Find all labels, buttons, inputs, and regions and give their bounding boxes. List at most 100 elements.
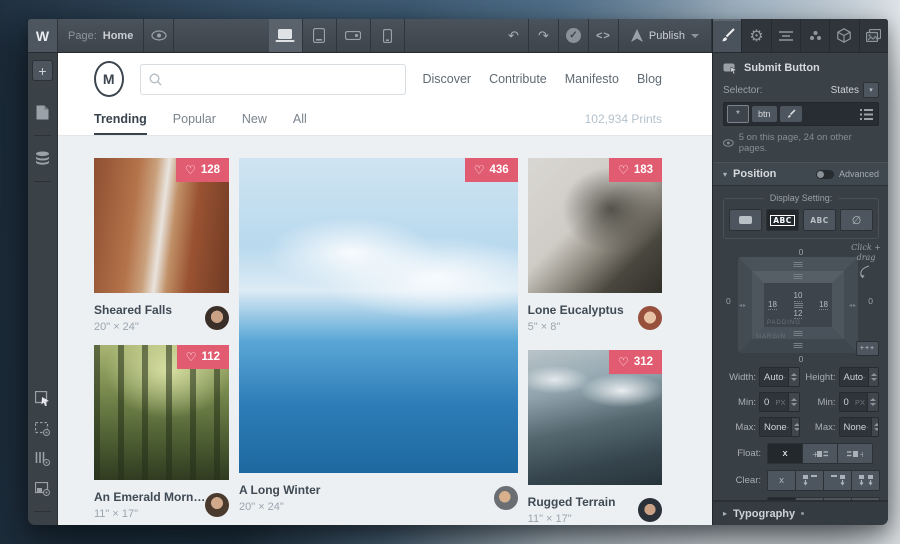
device-phone-portrait-button[interactable] xyxy=(371,19,405,52)
save-check-icon[interactable]: ✓ xyxy=(559,19,589,52)
likes-badge[interactable]: ♡112 xyxy=(177,345,229,369)
preview-eye-icon[interactable] xyxy=(144,19,174,52)
settings-gear-tab[interactable]: ⚙ xyxy=(742,19,771,52)
select-cursor-icon[interactable] xyxy=(35,391,50,406)
height-input[interactable]: Auto- xyxy=(839,367,880,387)
display-block-button[interactable] xyxy=(729,209,762,231)
max-width-input[interactable]: None- xyxy=(759,417,800,437)
components-cube-tab[interactable] xyxy=(830,19,859,52)
padding-top-value[interactable]: 10 xyxy=(794,291,803,302)
clear-left-button[interactable] xyxy=(795,470,824,491)
margin-left-value[interactable]: 0 xyxy=(726,296,731,306)
nav-link-blog[interactable]: Blog xyxy=(637,72,662,86)
photo-card[interactable]: ♡112 An Emerald Morn… 11" × 17" xyxy=(94,345,229,525)
tab-new[interactable]: New xyxy=(242,112,267,135)
database-icon[interactable] xyxy=(35,151,50,166)
add-element-button[interactable]: + xyxy=(32,60,53,81)
advanced-toggle[interactable]: Advanced xyxy=(816,169,879,179)
avatar[interactable] xyxy=(638,306,662,330)
float-left-button[interactable]: + xyxy=(802,443,838,464)
max-width-stepper[interactable] xyxy=(791,418,799,436)
nav-link-discover[interactable]: Discover xyxy=(422,72,471,86)
photo-sheared-falls[interactable]: ♡128 xyxy=(94,158,229,293)
site-logo[interactable]: M xyxy=(94,61,124,97)
photo-emerald-morning[interactable]: ♡112 xyxy=(94,345,229,480)
clear-both-button[interactable] xyxy=(851,470,880,491)
likes-badge[interactable]: ♡128 xyxy=(176,158,229,182)
width-input[interactable]: Auto- xyxy=(759,367,800,387)
avatar[interactable] xyxy=(205,493,229,517)
float-none-button[interactable]: x xyxy=(767,443,803,464)
card-meta: Sheared Falls 20" × 24" xyxy=(94,293,229,345)
device-phone-landscape-button[interactable] xyxy=(337,19,371,52)
style-manager-tab[interactable] xyxy=(772,19,801,52)
margin-bottom-value[interactable]: 0 xyxy=(799,354,804,364)
photo-lone-eucalyptus[interactable]: ♡183 xyxy=(528,158,662,293)
nav-link-contribute[interactable]: Contribute xyxy=(489,72,547,86)
assets-images-tab[interactable] xyxy=(860,19,888,52)
style-brush-chip[interactable] xyxy=(780,106,802,122)
padding-right-value[interactable]: 18 xyxy=(819,300,828,311)
padding-left-value[interactable]: 18 xyxy=(768,300,777,311)
min-height-input[interactable]: 0PX xyxy=(839,392,880,412)
interactions-tab[interactable] xyxy=(801,19,830,52)
panel-visibility-icon[interactable] xyxy=(35,482,50,496)
box-options-button[interactable]: +++ xyxy=(856,341,879,356)
typography-section-header[interactable]: ▸ Typography xyxy=(713,501,888,525)
undo-icon[interactable]: ↶ xyxy=(499,19,529,52)
selection-visibility-icon[interactable] xyxy=(35,422,50,436)
min-width-stepper[interactable] xyxy=(788,393,799,411)
style-brush-tab[interactable] xyxy=(713,19,742,52)
nav-link-manifesto[interactable]: Manifesto xyxy=(565,72,619,86)
publish-button[interactable]: Publish xyxy=(619,19,712,52)
photo-card[interactable]: ♡183 Lone Eucalyptus 5" × 8" xyxy=(528,158,662,345)
photo-card[interactable]: ♡128 Sheared Falls 20" × 24" xyxy=(94,158,229,345)
device-desktop-button[interactable] xyxy=(269,19,303,52)
device-tablet-button[interactable] xyxy=(303,19,337,52)
width-stepper[interactable] xyxy=(788,368,799,386)
class-token-btn[interactable]: btn xyxy=(752,106,777,122)
tab-all[interactable]: All xyxy=(293,112,307,135)
margin-right-value[interactable]: 0 xyxy=(868,296,873,306)
box-model-frame[interactable]: 18 10 12 18 ◂▸ ◂▸ xyxy=(738,257,858,353)
likes-badge[interactable]: ♡183 xyxy=(609,158,662,182)
min-height-stepper[interactable] xyxy=(867,393,878,411)
position-section-header[interactable]: ▾ Position Advanced xyxy=(713,162,888,186)
selector-token-bar[interactable]: * btn xyxy=(723,102,879,126)
avatar[interactable] xyxy=(205,306,229,330)
avatar[interactable] xyxy=(638,498,662,522)
tab-popular[interactable]: Popular xyxy=(173,112,216,135)
avatar[interactable] xyxy=(494,486,518,510)
likes-badge[interactable]: ♡436 xyxy=(465,158,518,182)
publish-label: Publish xyxy=(649,30,685,42)
tab-trending[interactable]: Trending xyxy=(94,112,147,135)
padding-bottom-value[interactable]: 12 xyxy=(794,309,803,320)
clear-none-button[interactable]: x xyxy=(767,470,796,491)
max-height-input[interactable]: None- xyxy=(839,417,880,437)
states-dropdown[interactable]: States ▾ xyxy=(831,82,879,98)
grid-visibility-icon[interactable] xyxy=(35,452,50,466)
all-states-key[interactable]: * xyxy=(727,105,749,123)
photo-long-winter[interactable]: ♡436 xyxy=(239,158,518,473)
prints-count: 102,934 Prints xyxy=(585,112,662,135)
display-inline-button[interactable]: ABC xyxy=(803,209,836,231)
class-list-icon[interactable] xyxy=(860,109,875,120)
likes-badge[interactable]: ♡312 xyxy=(609,350,662,374)
export-code-icon[interactable]: <> xyxy=(589,19,619,52)
photo-card[interactable]: ♡436 A Long Winter 20" × 24" xyxy=(239,158,518,525)
webflow-logo-button[interactable]: W xyxy=(28,19,58,52)
margin-top-value[interactable]: 0 xyxy=(799,247,804,257)
photo-card[interactable]: ♡312 Rugged Terrain 11" × 17" xyxy=(528,350,662,525)
photo-rugged-terrain[interactable]: ♡312 xyxy=(528,350,662,485)
min-width-input[interactable]: 0PX xyxy=(759,392,800,412)
pages-icon[interactable] xyxy=(36,105,49,120)
box-model-widget[interactable]: 0 0 0 0 18 10 12 xyxy=(723,248,879,362)
max-height-stepper[interactable] xyxy=(871,418,879,436)
display-inline-block-button[interactable]: ABC xyxy=(766,209,799,231)
height-stepper[interactable] xyxy=(868,368,879,386)
search-input[interactable] xyxy=(168,71,398,87)
redo-icon[interactable]: ↷ xyxy=(529,19,559,52)
float-right-button[interactable]: + xyxy=(837,443,873,464)
clear-right-button[interactable] xyxy=(823,470,852,491)
display-none-button[interactable]: ∅ xyxy=(840,209,873,231)
